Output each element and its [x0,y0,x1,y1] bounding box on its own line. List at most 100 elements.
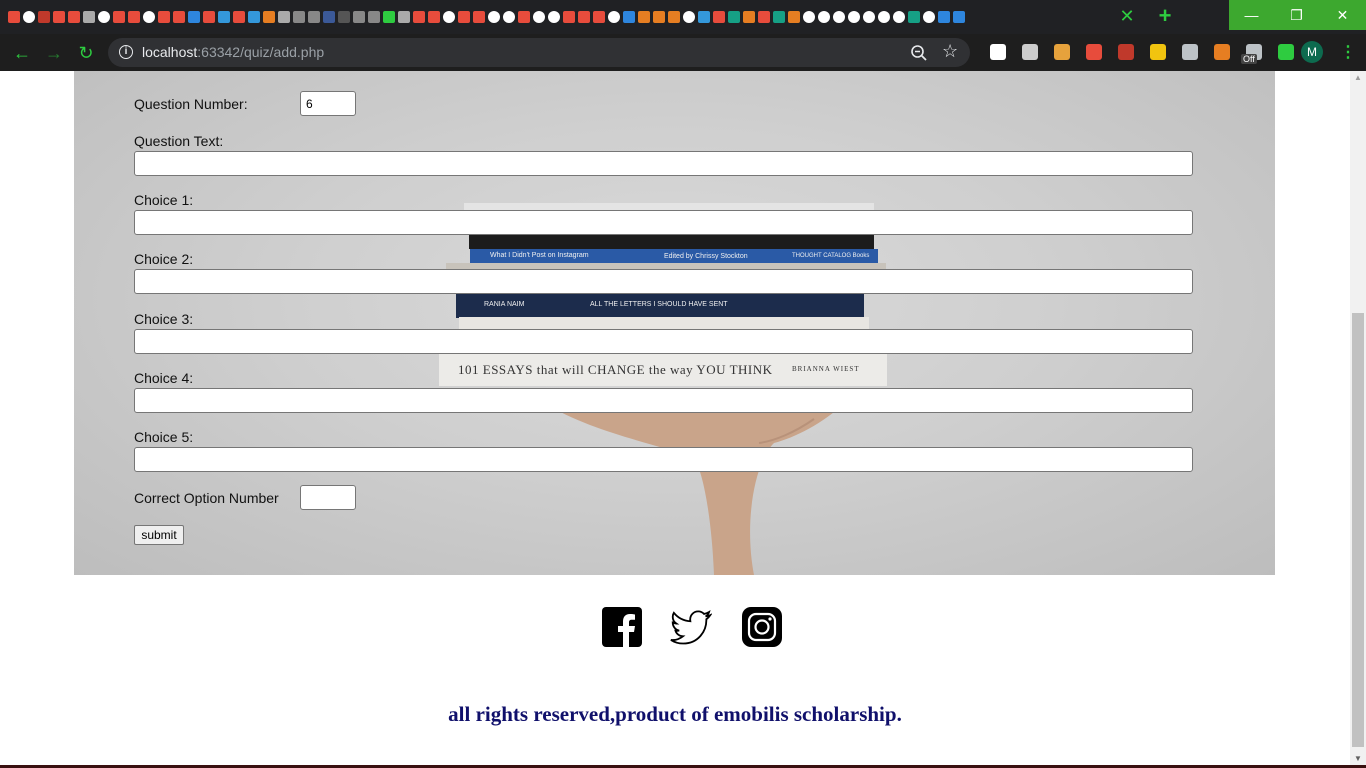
twitter-icon[interactable] [670,607,712,649]
scroll-up-arrow-icon[interactable]: ▲ [1350,73,1366,83]
tab-favicon-icon[interactable] [923,11,935,23]
tab-favicon-icon[interactable] [308,11,320,23]
page-scrollbar[interactable]: ▲ ▼ [1350,71,1366,768]
tab-favicon-icon[interactable] [668,11,680,23]
tab-favicon-icon[interactable] [413,11,425,23]
extension-icon[interactable] [1214,44,1230,60]
tab-favicon-icon[interactable] [803,11,815,23]
facebook-icon[interactable] [602,607,644,649]
tab-favicon-icon[interactable] [338,11,350,23]
tab-favicon-icon[interactable] [158,11,170,23]
window-minimize-button[interactable]: — [1229,0,1274,30]
reload-icon[interactable]: ↻ [74,41,98,65]
tab-favicon-icon[interactable] [443,11,455,23]
tab-favicon-icon[interactable] [23,11,35,23]
tab-favicon-icon[interactable] [458,11,470,23]
tab-favicon-icon[interactable] [143,11,155,23]
tab-favicon-icon[interactable] [293,11,305,23]
tab-favicon-icon[interactable] [773,11,785,23]
submit-button[interactable]: submit [134,525,184,545]
question-text-input[interactable] [134,151,1193,176]
tab-favicon-icon[interactable] [353,11,365,23]
url-text[interactable]: localhost:63342/quiz/add.php [142,44,324,60]
instagram-icon[interactable] [742,607,784,649]
tab-favicon-icon[interactable] [893,11,905,23]
back-arrow-icon[interactable]: ← [10,41,34,65]
tab-favicon-icon[interactable] [728,11,740,23]
extension-icon[interactable] [1150,44,1166,60]
choice-2-input[interactable] [134,269,1193,294]
extension-icon[interactable] [1086,44,1102,60]
tab-favicon-icon[interactable] [608,11,620,23]
window-restore-button[interactable]: ❐ [1274,0,1319,30]
tab-favicon-icon[interactable] [593,11,605,23]
tab-favicon-icon[interactable] [323,11,335,23]
tab-favicon-icon[interactable] [863,11,875,23]
tab-favicon-icon[interactable] [623,11,635,23]
tab-favicon-icon[interactable] [218,11,230,23]
zoom-out-icon[interactable] [910,44,928,62]
choice-3-input[interactable] [134,329,1193,354]
tab-favicon-icon[interactable] [788,11,800,23]
tab-favicon-icon[interactable] [638,11,650,23]
close-tab-icon[interactable]: ✕ [1117,6,1137,26]
tab-favicon-icon[interactable] [503,11,515,23]
scrollbar-thumb[interactable] [1352,313,1364,747]
tab-favicon-icon[interactable] [548,11,560,23]
tab-favicon-icon[interactable] [233,11,245,23]
tab-favicon-icon[interactable] [653,11,665,23]
tab-favicon-icon[interactable] [818,11,830,23]
tab-favicon-icon[interactable] [203,11,215,23]
address-bar[interactable]: i localhost:63342/quiz/add.php ☆ [108,38,970,67]
scroll-down-arrow-icon[interactable]: ▼ [1350,754,1366,764]
tab-favicon-icon[interactable] [428,11,440,23]
site-info-icon[interactable]: i [119,45,133,59]
tab-favicon-icon[interactable] [698,11,710,23]
tab-favicon-icon[interactable] [953,11,965,23]
extension-icon[interactable] [1278,44,1294,60]
tab-favicon-icon[interactable] [113,11,125,23]
correct-option-input[interactable] [300,485,356,510]
forward-arrow-icon[interactable]: → [42,41,66,65]
tab-favicon-icon[interactable] [248,11,260,23]
extension-icon[interactable] [990,44,1006,60]
tab-favicon-icon[interactable] [368,11,380,23]
tab-favicon-icon[interactable] [38,11,50,23]
choice-4-input[interactable] [134,388,1193,413]
tab-favicon-icon[interactable] [833,11,845,23]
new-tab-button[interactable]: + [1153,5,1177,29]
tab-favicon-icon[interactable] [383,11,395,23]
extension-icon[interactable] [1118,44,1134,60]
tab-favicon-icon[interactable] [8,11,20,23]
tab-favicon-icon[interactable] [83,11,95,23]
tab-favicons[interactable] [6,8,1111,26]
tab-favicon-icon[interactable] [263,11,275,23]
choice-1-input[interactable] [134,210,1193,235]
bookmark-star-icon[interactable]: ☆ [942,41,958,62]
question-number-input[interactable] [300,91,356,116]
tab-favicon-icon[interactable] [518,11,530,23]
tab-favicon-icon[interactable] [68,11,80,23]
extension-icon[interactable] [1022,44,1038,60]
tab-favicon-icon[interactable] [683,11,695,23]
tab-favicon-icon[interactable] [563,11,575,23]
tab-favicon-icon[interactable] [188,11,200,23]
tab-favicon-icon[interactable] [278,11,290,23]
tab-favicon-icon[interactable] [398,11,410,23]
profile-avatar[interactable]: M [1301,41,1323,63]
tab-favicon-icon[interactable] [578,11,590,23]
tab-favicon-icon[interactable] [938,11,950,23]
window-close-button[interactable]: ✕ [1319,0,1366,30]
tab-favicon-icon[interactable] [758,11,770,23]
tab-favicon-icon[interactable] [908,11,920,23]
tab-favicon-icon[interactable] [488,11,500,23]
extension-icon[interactable] [1054,44,1070,60]
tab-favicon-icon[interactable] [53,11,65,23]
tab-favicon-icon[interactable] [98,11,110,23]
extension-icon[interactable] [1182,44,1198,60]
tab-favicon-icon[interactable] [743,11,755,23]
tab-favicon-icon[interactable] [533,11,545,23]
choice-5-input[interactable] [134,447,1193,472]
tab-favicon-icon[interactable] [848,11,860,23]
tab-favicon-icon[interactable] [713,11,725,23]
